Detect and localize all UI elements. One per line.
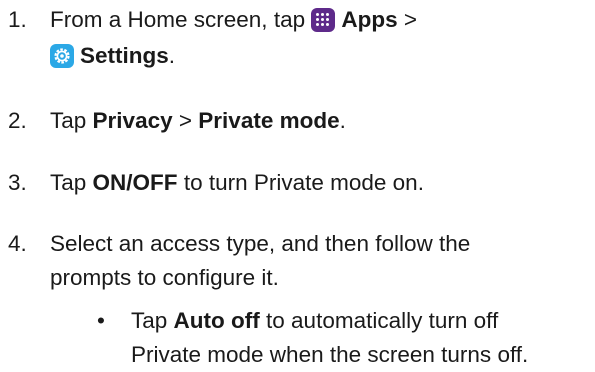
apps-label: Apps (341, 7, 398, 32)
step-text-suffix: to turn Private mode on. (183, 170, 424, 195)
period: . (339, 108, 346, 133)
bullet-item: • Tap Auto off to automatically turn off… (0, 304, 595, 372)
step-text: Tap (50, 170, 87, 195)
bullet-icon: • (97, 308, 105, 333)
bullet-text-line2: Private mode when the screen turns off. (131, 342, 529, 367)
separator: > (178, 108, 193, 133)
on-off-label: ON/OFF (92, 170, 178, 195)
private-mode-label: Private mode (198, 108, 340, 133)
step-text: Tap (50, 108, 87, 133)
step-number: 3. (8, 170, 27, 195)
step-1: 1. From a Home screen, tap Apps > Settin… (0, 0, 595, 80)
bullet-text: Tap (131, 308, 168, 333)
settings-gear-icon (50, 44, 74, 68)
step-number: 1. (8, 7, 27, 32)
step-number: 4. (8, 231, 27, 256)
settings-label: Settings (80, 43, 169, 68)
step-4: 4. Select an access type, and then follo… (0, 227, 595, 299)
step-2: 2. Tap Privacy > Private mode. (0, 104, 595, 144)
period: . (168, 43, 176, 68)
step-text-line2: prompts to configure it. (50, 265, 279, 290)
step-text: From a Home screen, tap (50, 7, 306, 32)
privacy-label: Privacy (92, 108, 173, 133)
bullet-text-suffix: to automatically turn off (266, 308, 499, 333)
auto-off-label: Auto off (173, 308, 260, 333)
apps-grid-icon (311, 8, 336, 32)
step-number: 2. (8, 108, 27, 133)
separator: > (403, 7, 418, 32)
step-text-line1: Select an access type, and then follow t… (50, 231, 471, 256)
step-3: 3. Tap ON/OFF to turn Private mode on. (0, 166, 595, 206)
